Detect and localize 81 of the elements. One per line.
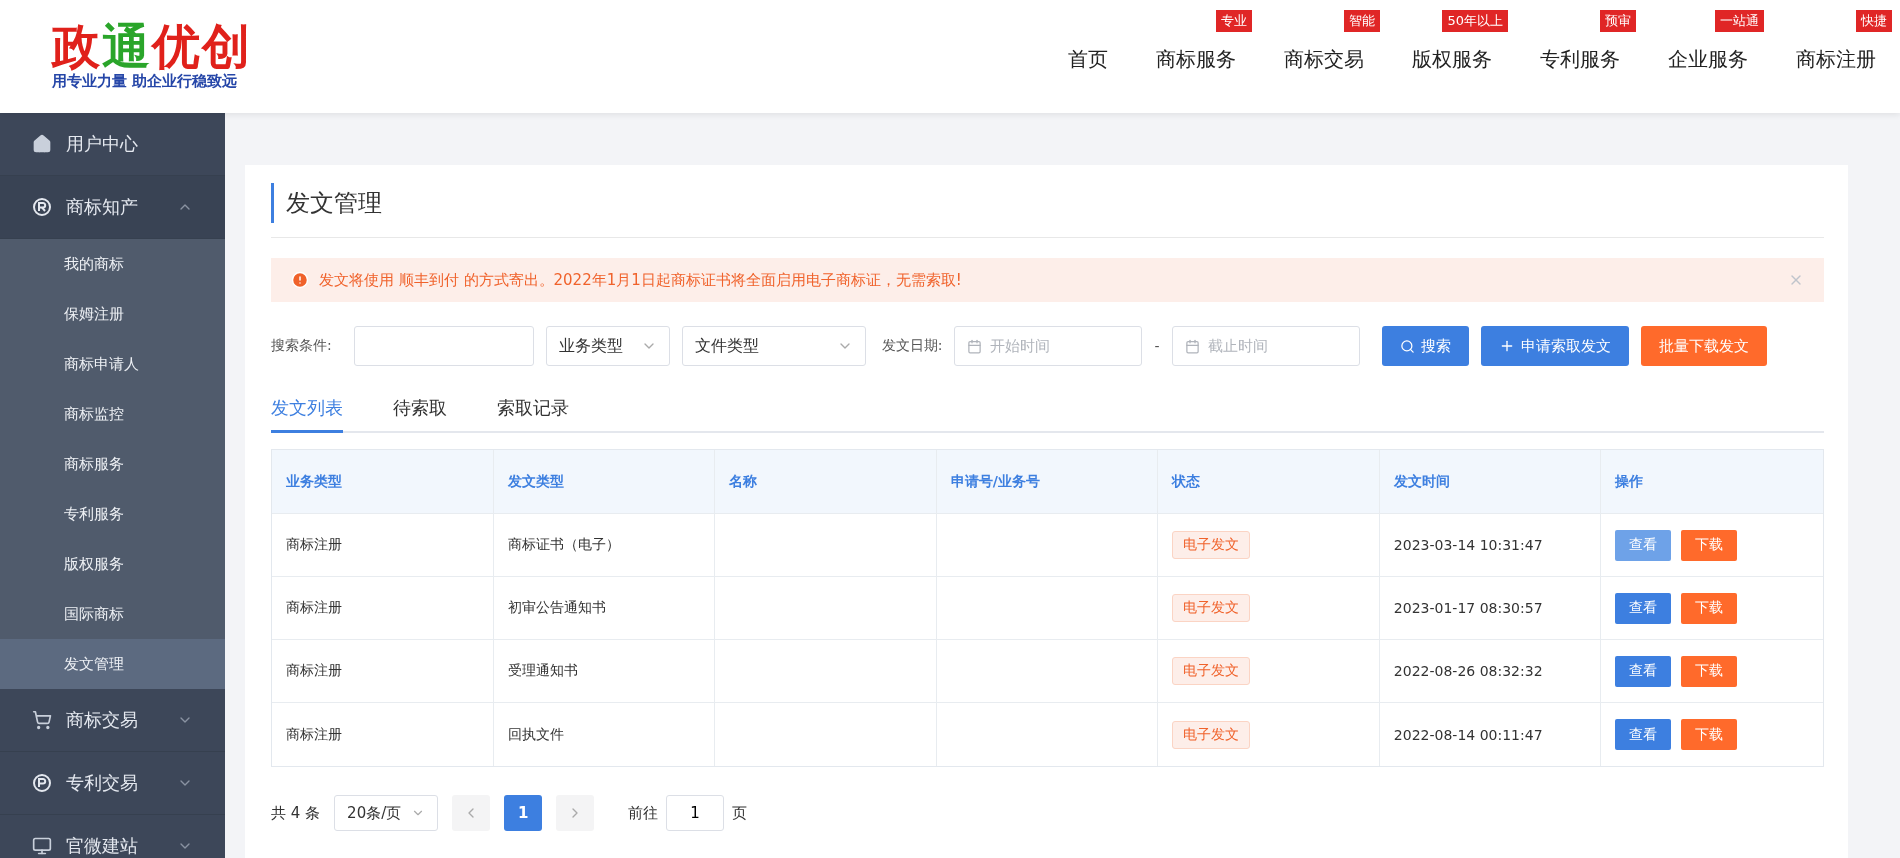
view-button[interactable]: 查看 — [1615, 592, 1672, 624]
column-header: 状态 — [1158, 450, 1380, 513]
status-tag: 电子发文 — [1172, 657, 1251, 685]
page-title: 发文管理 — [271, 183, 1824, 223]
calendar-icon — [1184, 338, 1200, 354]
table-cell: 商标注册 — [272, 514, 494, 576]
nav-link[interactable]: 商标注册 — [1796, 46, 1876, 73]
filter-label: 搜索条件: — [271, 337, 332, 355]
page-size-select[interactable]: 20条/页 — [334, 795, 439, 831]
sidebar-subitem[interactable]: 国际商标 — [0, 589, 225, 639]
column-header: 发文类型 — [493, 450, 716, 513]
logo-slogan: 用专业力量 助企业行稳致远 — [52, 72, 239, 91]
page-field[interactable]: 1 — [666, 795, 725, 831]
table-cell: 受理通知书 — [493, 640, 716, 702]
nav-link[interactable]: 首页 — [1068, 46, 1108, 73]
sidebar-subitem[interactable]: 发文管理 — [0, 639, 225, 689]
sidebar-subitem[interactable]: 商标监控 — [0, 389, 225, 439]
table-cell: 商标注册 — [272, 703, 494, 766]
status-tag: 电子发文 — [1172, 531, 1251, 559]
column-header: 业务类型 — [272, 450, 494, 513]
search-button[interactable]: 搜索 — [1381, 326, 1469, 366]
view-button[interactable]: 查看 — [1615, 719, 1672, 750]
nav-badge: 一站通 — [1715, 10, 1764, 32]
goto-suffix: 页 — [732, 803, 748, 823]
sidebar-item[interactable]: 商标知产 — [0, 176, 225, 239]
tab[interactable]: 待索取 — [393, 396, 447, 433]
nav-link[interactable]: 专利服务 — [1540, 46, 1620, 73]
column-header: 名称 — [715, 450, 937, 513]
date-separator: - — [1154, 338, 1160, 354]
search-icon — [1399, 338, 1415, 354]
registered-icon — [32, 197, 52, 217]
status-tag: 电子发文 — [1172, 594, 1251, 622]
table-cell: 商标注册 — [272, 577, 494, 639]
nav-link[interactable]: 商标服务 — [1156, 46, 1236, 73]
status-tag: 电子发文 — [1172, 720, 1251, 749]
table-cell: 商标证书（电子） — [493, 514, 716, 576]
column-header: 操作 — [1614, 471, 1645, 491]
nav-badge: 50年以上 — [1442, 10, 1508, 32]
table-cell: 回执文件 — [493, 703, 716, 766]
table-cell: 2023-01-17 08:30:57 — [1379, 577, 1602, 639]
search-field[interactable] — [353, 326, 534, 366]
tab[interactable]: 发文列表 — [271, 396, 343, 433]
business-type-select[interactable]: 业务类型 — [545, 326, 670, 366]
logo-text: 政通优创 — [52, 22, 252, 70]
home-icon — [32, 134, 52, 154]
nav-link[interactable]: 企业服务 — [1668, 46, 1748, 73]
next-page-button[interactable] — [556, 795, 595, 831]
alert-text: 发文将使用 顺丰到付 的方式寄出。2022年1月1日起商标证书将全面启用电子商标证，无需索取! — [319, 270, 963, 290]
table-cell: 初审公告通知书 — [493, 577, 716, 639]
filter-label: 发文日期: — [881, 337, 943, 355]
prev-page-button[interactable] — [452, 795, 491, 831]
sidebar-subitem[interactable]: 商标服务 — [0, 439, 225, 489]
file-type-select[interactable]: 文件类型 — [681, 326, 866, 366]
warning-icon — [291, 271, 309, 289]
sidebar-subitem[interactable]: 专利服务 — [0, 489, 225, 539]
page-button[interactable]: 1 — [504, 795, 543, 831]
monitor-icon — [32, 836, 52, 856]
sidebar-subitem[interactable]: 我的商标 — [0, 239, 225, 289]
patent-icon — [32, 773, 52, 793]
nav-badge: 快捷 — [1856, 10, 1892, 32]
goto-label: 前往 — [628, 803, 659, 823]
table-cell: 2022-08-14 00:11:47 — [1379, 703, 1602, 766]
column-header: 发文时间 — [1379, 450, 1602, 513]
column-header: 申请号/业务号 — [936, 450, 1159, 513]
sidebar-subitem[interactable]: 版权服务 — [0, 539, 225, 589]
table-cell: 2023-03-14 10:31:47 — [1379, 514, 1602, 576]
view-button[interactable]: 查看 — [1615, 655, 1672, 687]
nav-link[interactable]: 商标交易 — [1284, 46, 1364, 73]
calendar-icon — [967, 338, 983, 354]
nav-link[interactable]: 版权服务 — [1412, 46, 1492, 73]
request-button[interactable]: 申请索取发文 — [1480, 326, 1629, 366]
sidebar-subitem[interactable]: 保姆注册 — [0, 289, 225, 339]
table-cell: 商标注册 — [272, 640, 494, 702]
tab[interactable]: 索取记录 — [497, 396, 569, 433]
nav-badge: 智能 — [1344, 10, 1380, 32]
table-cell: 2022-08-26 08:32:32 — [1379, 640, 1602, 702]
cart-icon — [32, 710, 52, 730]
nav-badge: 专业 — [1216, 10, 1252, 32]
total-count: 共 4 条 — [271, 803, 321, 823]
nav-badge: 预审 — [1600, 10, 1636, 32]
sidebar-subitem[interactable]: 商标申请人 — [0, 339, 225, 389]
